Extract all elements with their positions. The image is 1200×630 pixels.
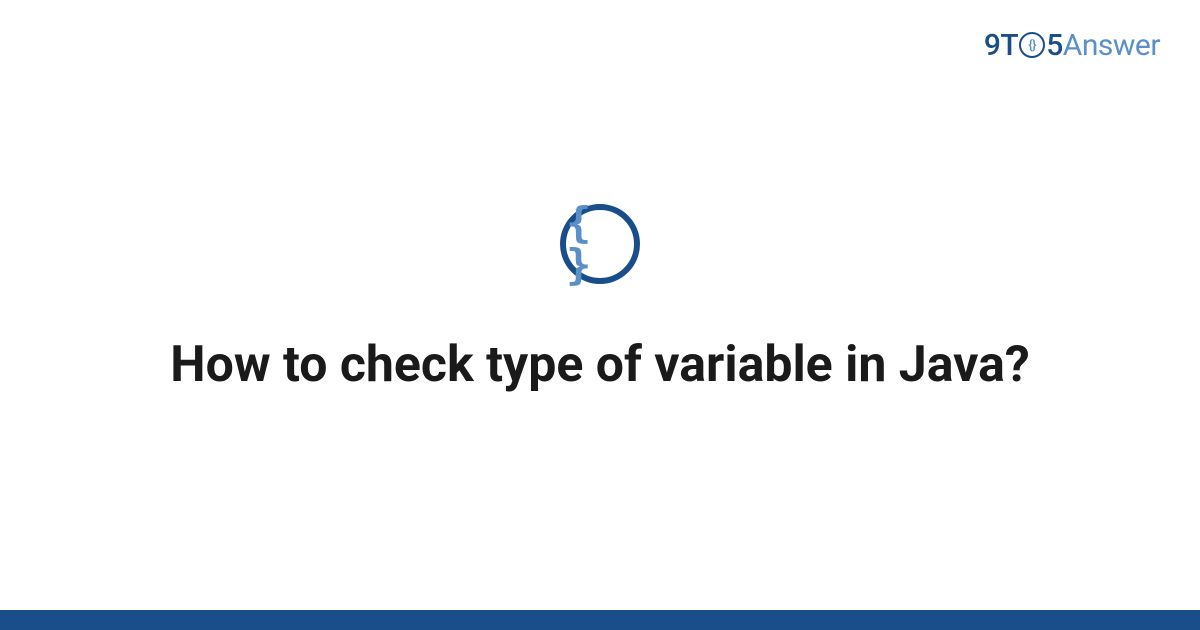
code-braces-icon: { } [560,204,640,284]
footer-bar [0,610,1200,630]
braces-glyph: { } [566,202,634,286]
main-content: { } How to check type of variable in Jav… [0,0,1200,630]
question-title: How to check type of variable in Java? [170,334,1029,397]
